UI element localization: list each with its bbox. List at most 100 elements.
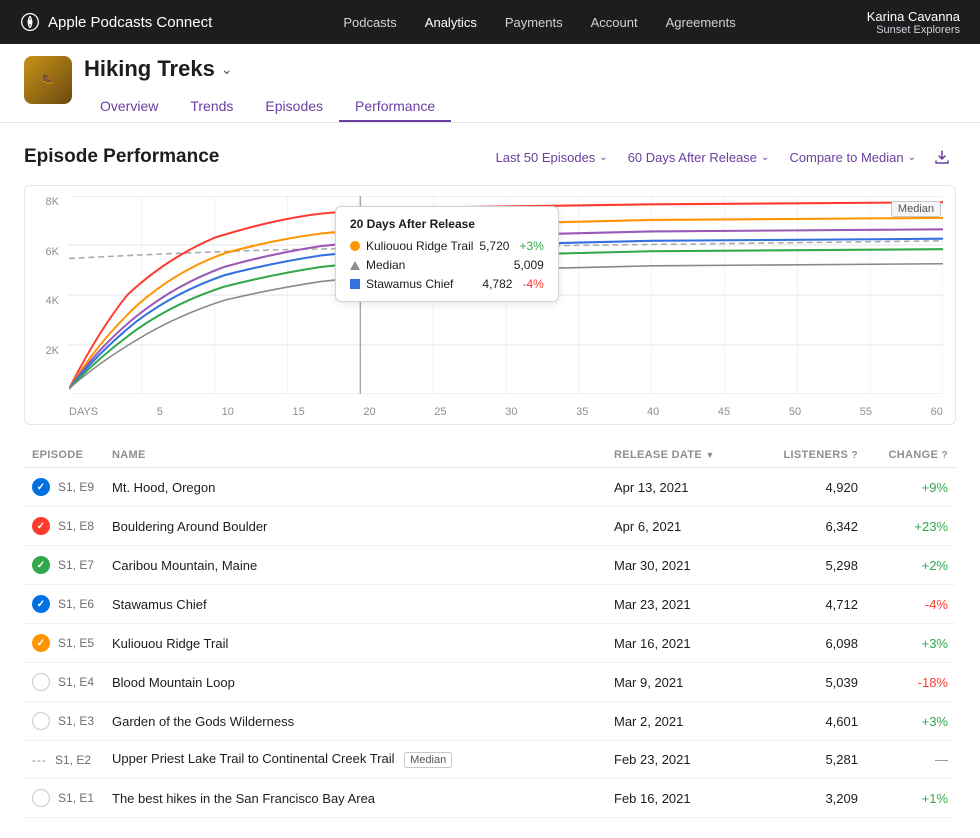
section-header: Episode Performance Last 50 Episodes ⌄ 6… xyxy=(24,143,956,171)
episode-name-cell: Kuliouou Ridge Trail xyxy=(104,624,606,663)
status-indicator: ✓ xyxy=(32,556,50,574)
episode-change-cell: +9% xyxy=(866,468,956,507)
episode-number: S1, E4 xyxy=(58,675,94,689)
change-positive: +9% xyxy=(922,480,948,495)
episode-name-cell: Bouldering Around Boulder xyxy=(104,507,606,546)
episode-number: S1, E8 xyxy=(58,519,94,533)
tooltip-square-blue xyxy=(350,279,360,289)
table-row[interactable]: ✓ S1, E8 Bouldering Around Boulder Apr 6… xyxy=(24,507,956,546)
episode-change-cell: -18% xyxy=(866,663,956,702)
ep-name-text: Mt. Hood, Oregon xyxy=(112,480,215,495)
episode-number: S1, E2 xyxy=(55,753,91,767)
y-label-8k: 8K xyxy=(25,196,65,208)
episode-name-cell: Upper Priest Lake Trail to Continental C… xyxy=(104,741,606,779)
table-row[interactable]: ✓ S1, E6 Stawamus Chief Mar 23, 2021 4,7… xyxy=(24,585,956,624)
tab-overview[interactable]: Overview xyxy=(84,92,174,122)
tooltip-change-1: +3% xyxy=(519,239,543,253)
episode-table: EPISODE NAME RELEASE DATE ▼ LISTENERS ? … xyxy=(24,443,956,818)
episode-number: S1, E7 xyxy=(58,558,94,572)
x-label-15: 15 xyxy=(292,406,304,418)
compare-filter-btn[interactable]: Compare to Median ⌄ xyxy=(781,146,924,169)
episode-listeners-cell: 5,281 xyxy=(736,741,866,779)
col-change-header[interactable]: CHANGE ? xyxy=(866,443,956,468)
compare-filter-label: Compare to Median xyxy=(789,150,903,165)
podcast-chevron-icon[interactable]: ⌄ xyxy=(221,61,233,78)
episode-status-cell: --- S1, E2 xyxy=(24,741,104,779)
change-positive: +3% xyxy=(922,714,948,729)
y-label-2k: 2K xyxy=(25,345,65,357)
episode-change-cell: +3% xyxy=(866,702,956,741)
episode-number: S1, E1 xyxy=(58,791,94,805)
podcast-header: 🥾 Hiking Treks ⌄ Overview Trends Episode… xyxy=(0,44,980,123)
tab-trends[interactable]: Trends xyxy=(174,92,249,122)
episode-date-cell: Apr 6, 2021 xyxy=(606,507,736,546)
episode-date-cell: Apr 13, 2021 xyxy=(606,468,736,507)
ep-name-text: Stawamus Chief xyxy=(112,597,207,612)
x-label-60: 60 xyxy=(931,406,943,418)
tooltip-title: 20 Days After Release xyxy=(350,217,544,231)
nav-payments[interactable]: Payments xyxy=(505,15,563,30)
podcast-tabs: Overview Trends Episodes Performance xyxy=(84,92,956,122)
tab-performance[interactable]: Performance xyxy=(339,92,451,122)
nav-account[interactable]: Account xyxy=(591,15,638,30)
episode-date-cell: Feb 23, 2021 xyxy=(606,741,736,779)
tooltip-triangle-icon xyxy=(350,261,360,270)
episode-name-cell: Stawamus Chief xyxy=(104,585,606,624)
col-date-header[interactable]: RELEASE DATE ▼ xyxy=(606,443,736,468)
episodes-filter-label: Last 50 Episodes xyxy=(496,150,596,165)
podcast-name-row: Hiking Treks ⌄ xyxy=(84,56,956,82)
episode-change-cell: — xyxy=(866,741,956,779)
chevron-down-icon: ⌄ xyxy=(599,152,607,163)
nav-podcasts[interactable]: Podcasts xyxy=(343,15,396,30)
table-row[interactable]: S1, E3 Garden of the Gods Wilderness Mar… xyxy=(24,702,956,741)
table-row[interactable]: ✓ S1, E9 Mt. Hood, Oregon Apr 13, 2021 4… xyxy=(24,468,956,507)
ep-name-text: Bouldering Around Boulder xyxy=(112,519,267,534)
table-header-row: EPISODE NAME RELEASE DATE ▼ LISTENERS ? … xyxy=(24,443,956,468)
col-episode-header: EPISODE xyxy=(24,443,104,468)
episode-status-cell: S1, E1 xyxy=(24,779,104,818)
export-btn[interactable] xyxy=(928,143,956,171)
top-nav: Apple Podcasts Connect Podcasts Analytic… xyxy=(0,0,980,44)
artwork-icon: 🥾 xyxy=(39,72,56,88)
episode-status-cell: ✓ S1, E6 xyxy=(24,585,104,624)
chevron-down-icon-2: ⌄ xyxy=(761,152,769,163)
status-indicator xyxy=(32,789,50,807)
status-indicator xyxy=(32,712,50,730)
tooltip-value-2: 5,009 xyxy=(514,258,544,272)
nav-analytics[interactable]: Analytics xyxy=(425,15,477,30)
tooltip-row-2: Median 5,009 xyxy=(350,258,544,272)
x-label-25: 25 xyxy=(434,406,446,418)
median-label: Median xyxy=(891,201,941,217)
y-axis: 8K 6K 4K 2K xyxy=(25,196,65,394)
tooltip-label-3: Stawamus Chief xyxy=(366,277,476,291)
x-label-20: 20 xyxy=(363,406,375,418)
table-row[interactable]: S1, E4 Blood Mountain Loop Mar 9, 2021 5… xyxy=(24,663,956,702)
status-indicator: ✓ xyxy=(32,595,50,613)
change-positive: +2% xyxy=(922,558,948,573)
table-row[interactable]: --- S1, E2 Upper Priest Lake Trail to Co… xyxy=(24,741,956,779)
x-label-55: 55 xyxy=(860,406,872,418)
episode-date-cell: Mar 16, 2021 xyxy=(606,624,736,663)
ep-name-text: The best hikes in the San Francisco Bay … xyxy=(112,791,375,806)
chart-tooltip: 20 Days After Release Kuliouou Ridge Tra… xyxy=(335,206,559,302)
episode-status-cell: ✓ S1, E9 xyxy=(24,468,104,507)
tab-episodes[interactable]: Episodes xyxy=(249,92,339,122)
table-row[interactable]: ✓ S1, E5 Kuliouou Ridge Trail Mar 16, 20… xyxy=(24,624,956,663)
table-row[interactable]: S1, E1 The best hikes in the San Francis… xyxy=(24,779,956,818)
table-row[interactable]: ✓ S1, E7 Caribou Mountain, Maine Mar 30,… xyxy=(24,546,956,585)
episodes-filter-btn[interactable]: Last 50 Episodes ⌄ xyxy=(488,146,616,169)
status-dashes: --- xyxy=(32,753,47,767)
episode-status-cell: ✓ S1, E5 xyxy=(24,624,104,663)
status-indicator: ✓ xyxy=(32,634,50,652)
tooltip-label-2: Median xyxy=(366,258,508,272)
episode-status-cell: ✓ S1, E8 xyxy=(24,507,104,546)
days-filter-btn[interactable]: 60 Days After Release ⌄ xyxy=(620,146,778,169)
ep-name-text: Blood Mountain Loop xyxy=(112,675,235,690)
ep-name-text: Caribou Mountain, Maine xyxy=(112,558,257,573)
nav-agreements[interactable]: Agreements xyxy=(666,15,736,30)
episode-change-cell: -4% xyxy=(866,585,956,624)
col-listeners-header[interactable]: LISTENERS ? xyxy=(736,443,866,468)
user-info[interactable]: Karina Cavanna Sunset Explorers xyxy=(867,9,960,36)
x-label-days: DAYS xyxy=(69,406,98,418)
tooltip-row-1: Kuliouou Ridge Trail 5,720 +3% xyxy=(350,239,544,253)
